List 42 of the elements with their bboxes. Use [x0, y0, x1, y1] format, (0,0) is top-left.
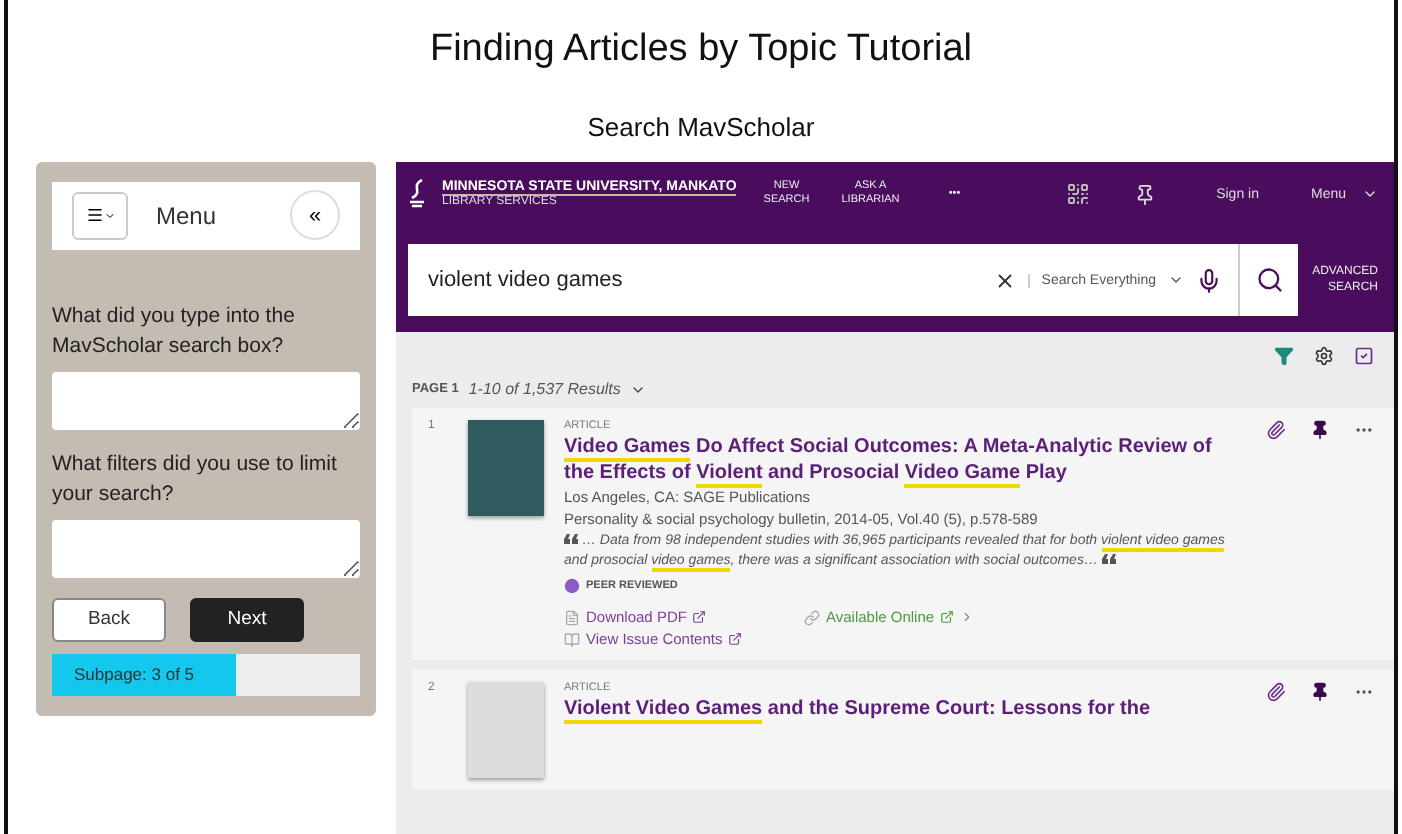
collapse-button[interactable]: «	[290, 190, 340, 241]
pin-icon[interactable]	[1134, 183, 1157, 205]
question-text: What did you type into the MavScholar search box?	[52, 301, 297, 362]
menu-label: Menu	[156, 201, 219, 230]
next-button[interactable]: Next	[190, 597, 304, 642]
result-title[interactable]: Video Games Do Affect Social Outcomes: A Meta-Analytic Review of the Effects of Violent and Prosocial Video Game Play	[564, 434, 1246, 486]
document-icon	[564, 609, 580, 625]
external-link-icon	[692, 610, 707, 624]
external-link-icon	[940, 610, 955, 624]
filter-icon[interactable]	[1274, 346, 1294, 366]
page-title: Finding Articles by Topic Tutorial	[427, 28, 975, 72]
pin-icon[interactable]	[1310, 420, 1330, 440]
link-icon	[804, 609, 820, 625]
hamburger-icon	[85, 206, 103, 225]
cover-placeholder	[468, 420, 544, 516]
pin-icon[interactable]	[1310, 682, 1330, 702]
menu-toggle-button[interactable]	[72, 191, 128, 240]
search-button[interactable]	[1238, 244, 1298, 316]
microphone-icon[interactable]	[1196, 267, 1222, 293]
caret-icon	[1362, 186, 1378, 202]
chevron-icon	[960, 610, 975, 624]
result-title[interactable]: Violent Video Games and the Supreme Court: Lessons for the	[564, 696, 1246, 722]
clear-icon[interactable]	[993, 269, 1016, 291]
caret-icon	[1168, 272, 1184, 288]
external-link-icon	[728, 632, 743, 646]
page-subtitle: Search MavScholar	[585, 112, 817, 142]
settings-icon[interactable]	[1314, 346, 1334, 366]
progress-label: Subpage: 3 of 5	[72, 664, 195, 685]
results-count[interactable]: 1-10 of 1,537 Results	[468, 380, 621, 398]
quote-icon	[564, 534, 578, 544]
logo-icon	[408, 178, 426, 210]
book-icon	[564, 631, 580, 647]
caret-icon	[103, 209, 115, 222]
cover-placeholder	[468, 682, 544, 778]
question-text: What filters did you use to limit your search?	[52, 449, 339, 510]
quote-icon	[1101, 554, 1116, 564]
search-icon	[1255, 266, 1283, 294]
qr-code-icon[interactable]	[1066, 182, 1091, 206]
checkbox-icon[interactable]	[1354, 346, 1374, 366]
back-button[interactable]: Back	[52, 597, 166, 642]
paperclip-icon[interactable]	[1266, 682, 1286, 702]
paperclip-icon[interactable]	[1266, 420, 1286, 440]
